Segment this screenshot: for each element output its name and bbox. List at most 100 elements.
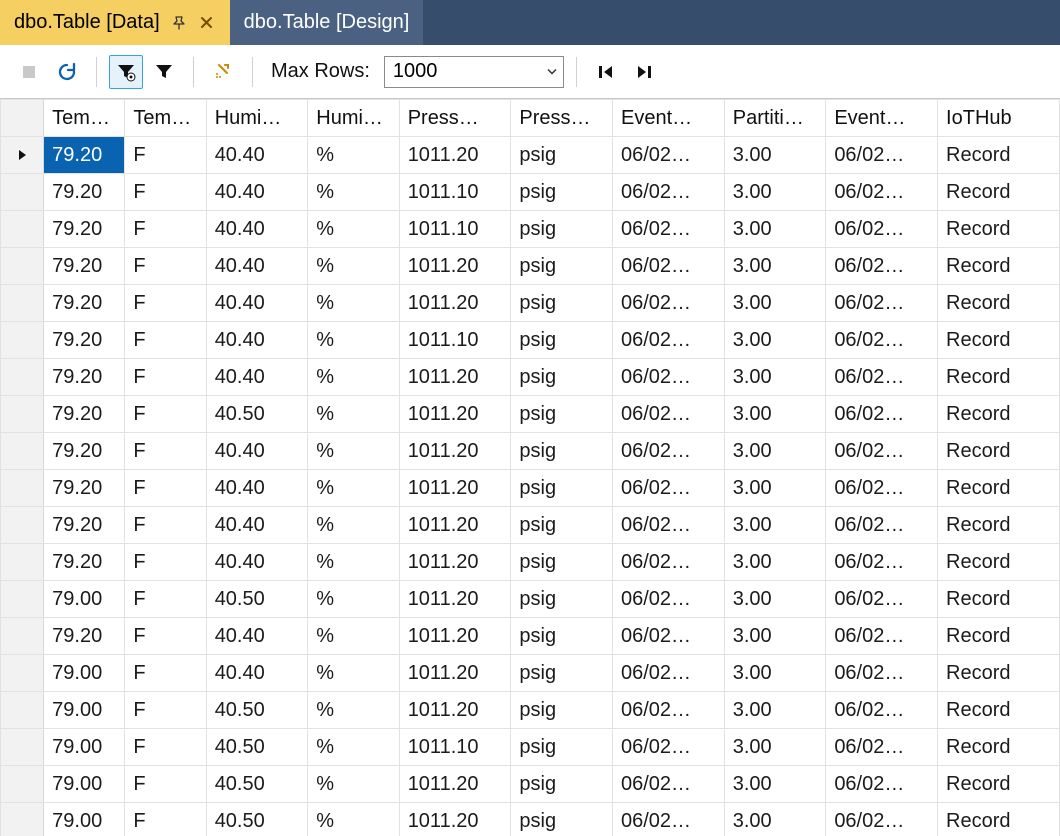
table-row[interactable]: 79.20F40.40%1011.20psig06/02…3.0006/02…R… [1, 359, 1060, 396]
cell[interactable]: F [125, 433, 206, 470]
cell[interactable]: 79.20 [44, 211, 125, 248]
cell[interactable]: 79.20 [44, 544, 125, 581]
table-row[interactable]: 79.00F40.50%1011.20psig06/02…3.0006/02…R… [1, 692, 1060, 729]
cell[interactable]: 3.00 [724, 322, 826, 359]
cell[interactable]: 40.50 [206, 692, 308, 729]
cell[interactable]: Record [938, 692, 1060, 729]
cell[interactable]: F [125, 729, 206, 766]
cell[interactable]: Record [938, 544, 1060, 581]
row-selector[interactable] [1, 618, 44, 655]
cell[interactable]: 1011.10 [399, 729, 511, 766]
cell[interactable]: 40.50 [206, 766, 308, 803]
cell[interactable]: 3.00 [724, 174, 826, 211]
cell[interactable]: 1011.10 [399, 211, 511, 248]
cell[interactable]: 40.40 [206, 655, 308, 692]
cell[interactable]: 1011.20 [399, 137, 511, 174]
cell[interactable]: 1011.20 [399, 433, 511, 470]
cell[interactable]: 06/02… [826, 729, 938, 766]
cell[interactable]: F [125, 285, 206, 322]
cell[interactable]: Record [938, 618, 1060, 655]
cell[interactable]: F [125, 507, 206, 544]
cell[interactable]: F [125, 248, 206, 285]
cell[interactable]: 06/02… [826, 655, 938, 692]
row-selector[interactable] [1, 655, 44, 692]
tab-data[interactable]: dbo.Table [Data] [0, 0, 230, 45]
cell[interactable]: psig [511, 544, 613, 581]
cell[interactable]: 06/02… [826, 470, 938, 507]
cell[interactable]: Record [938, 248, 1060, 285]
cell[interactable]: 06/02… [613, 544, 725, 581]
table-row[interactable]: 79.20F40.40%1011.10psig06/02…3.0006/02…R… [1, 322, 1060, 359]
table-row[interactable]: 79.20F40.40%1011.20psig06/02…3.0006/02…R… [1, 248, 1060, 285]
cell[interactable]: psig [511, 655, 613, 692]
table-row[interactable]: 79.20F40.40%1011.10psig06/02…3.0006/02…R… [1, 211, 1060, 248]
cell[interactable]: 79.20 [44, 507, 125, 544]
cell[interactable]: F [125, 655, 206, 692]
cell[interactable]: 1011.10 [399, 174, 511, 211]
cell[interactable]: 06/02… [826, 618, 938, 655]
cell[interactable]: F [125, 322, 206, 359]
cell[interactable]: 06/02… [826, 285, 938, 322]
cell[interactable]: 06/02… [613, 174, 725, 211]
row-selector[interactable] [1, 433, 44, 470]
cell[interactable]: psig [511, 433, 613, 470]
row-selector[interactable] [1, 211, 44, 248]
cell[interactable]: psig [511, 729, 613, 766]
row-selector[interactable] [1, 692, 44, 729]
cell[interactable]: 1011.10 [399, 322, 511, 359]
cell[interactable]: 06/02… [826, 248, 938, 285]
cell[interactable]: 1011.20 [399, 692, 511, 729]
cell[interactable]: % [308, 174, 399, 211]
cell[interactable]: 79.20 [44, 322, 125, 359]
cell[interactable]: 40.40 [206, 322, 308, 359]
cell[interactable]: 06/02… [826, 507, 938, 544]
cell[interactable]: F [125, 692, 206, 729]
cell[interactable]: 3.00 [724, 359, 826, 396]
cell[interactable]: 3.00 [724, 396, 826, 433]
cell[interactable]: 06/02… [613, 581, 725, 618]
cell[interactable]: Record [938, 396, 1060, 433]
cell[interactable]: 06/02… [613, 433, 725, 470]
cell[interactable]: 3.00 [724, 248, 826, 285]
cell[interactable]: F [125, 618, 206, 655]
row-selector[interactable] [1, 803, 44, 836]
cell[interactable]: psig [511, 803, 613, 836]
cell[interactable]: 06/02… [613, 322, 725, 359]
cell[interactable]: Record [938, 470, 1060, 507]
cell[interactable]: F [125, 803, 206, 836]
cell[interactable]: psig [511, 507, 613, 544]
cell[interactable]: psig [511, 470, 613, 507]
cell[interactable]: psig [511, 285, 613, 322]
cell[interactable]: 79.20 [44, 433, 125, 470]
cell[interactable]: Record [938, 507, 1060, 544]
cell[interactable]: Record [938, 729, 1060, 766]
cell[interactable]: 3.00 [724, 544, 826, 581]
cell[interactable]: 1011.20 [399, 766, 511, 803]
cell[interactable]: 79.00 [44, 803, 125, 836]
cell[interactable]: 06/02… [613, 285, 725, 322]
row-selector[interactable] [1, 174, 44, 211]
column-header[interactable]: Press… [399, 100, 511, 137]
cell[interactable]: % [308, 803, 399, 836]
table-row[interactable]: 79.20F40.40%1011.20psig06/02…3.0006/02…R… [1, 433, 1060, 470]
cell[interactable]: % [308, 470, 399, 507]
cell[interactable]: % [308, 581, 399, 618]
cell[interactable]: 3.00 [724, 803, 826, 836]
cell[interactable]: 3.00 [724, 655, 826, 692]
cell[interactable]: 1011.20 [399, 803, 511, 836]
script-button[interactable] [206, 55, 240, 89]
cell[interactable]: psig [511, 618, 613, 655]
cell[interactable]: 79.20 [44, 396, 125, 433]
cell[interactable]: 40.40 [206, 433, 308, 470]
cell[interactable]: 3.00 [724, 581, 826, 618]
cell[interactable]: F [125, 470, 206, 507]
table-row[interactable]: 79.20F40.40%1011.20psig06/02…3.0006/02…R… [1, 544, 1060, 581]
cell[interactable]: 79.00 [44, 692, 125, 729]
cell[interactable]: psig [511, 174, 613, 211]
cell[interactable]: F [125, 137, 206, 174]
cell[interactable]: % [308, 396, 399, 433]
cell[interactable]: psig [511, 137, 613, 174]
column-header[interactable]: Humi… [308, 100, 399, 137]
cell[interactable]: F [125, 174, 206, 211]
cell[interactable]: 06/02… [826, 803, 938, 836]
